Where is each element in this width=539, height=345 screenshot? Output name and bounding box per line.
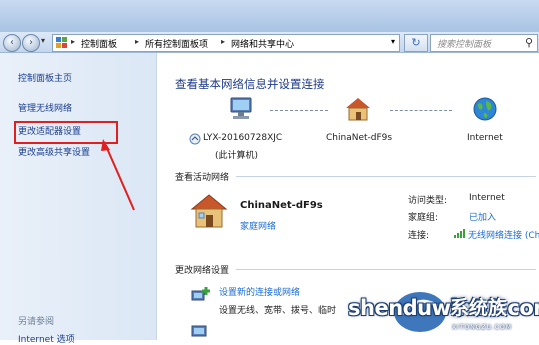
map-connector-line: [390, 110, 452, 111]
computer-sublabel: (此计算机): [215, 151, 259, 161]
wireless-connection-link[interactable]: 无线网络连接 (Ch: [468, 228, 539, 241]
homegroup-value-link[interactable]: 已加入: [469, 210, 496, 223]
internet-globe-icon[interactable]: [472, 96, 498, 122]
connect-network-icon: [191, 325, 207, 337]
home-network-icon[interactable]: [345, 97, 371, 121]
access-type-value: Internet: [469, 193, 505, 203]
setup-new-connection-link[interactable]: 设置新的连接或网络: [219, 285, 300, 298]
setup-connection-description: 设置无线、宽带、拨号、临时: [219, 306, 337, 316]
change-settings-heading: 更改网络设置: [175, 266, 230, 276]
watermark-text: shenduwin10.com: [348, 296, 539, 320]
wireless-link-icon: [189, 133, 201, 145]
watermark-brand: 系统族: [450, 297, 508, 319]
map-connector-line: [270, 110, 328, 111]
signal-strength-icon: [454, 229, 465, 238]
active-networks-heading: 查看活动网络: [175, 173, 230, 183]
home-network-large-icon: [190, 194, 228, 228]
watermark-subtext: XITONGZU.COM: [452, 324, 512, 331]
access-type-label: 访问类型:: [408, 196, 448, 206]
section-divider: [236, 176, 536, 177]
network-type-link[interactable]: 家庭网络: [240, 219, 276, 232]
page-title: 查看基本网络信息并设置连接: [175, 77, 325, 91]
computer-icon[interactable]: [228, 97, 254, 121]
homegroup-label: 家庭组:: [408, 213, 439, 223]
computer-name: LYX-20160728XJC: [203, 133, 283, 143]
network-map-name: ChinaNet-dF9s: [326, 133, 393, 143]
connection-label: 连接:: [408, 231, 430, 241]
internet-label: Internet: [467, 133, 503, 143]
new-connection-icon: [191, 287, 210, 301]
section-divider: [236, 269, 536, 270]
active-network-name: ChinaNet-dF9s: [240, 200, 323, 211]
